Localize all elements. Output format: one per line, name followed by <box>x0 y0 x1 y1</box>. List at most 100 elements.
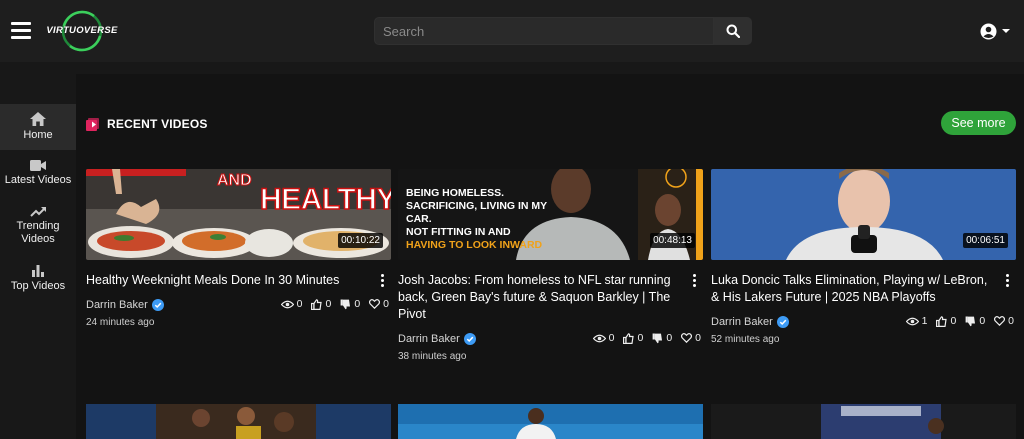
views-count: 1 <box>921 315 928 327</box>
verified-icon <box>463 333 476 345</box>
caret-down-icon <box>1002 29 1010 33</box>
menu-icon[interactable] <box>11 22 31 39</box>
thumbnail-text: HEALTHY <box>259 182 391 217</box>
logo-text: VIRTUOVERSE <box>46 25 118 36</box>
section-title: RECENT VIDEOS <box>107 117 208 131</box>
site-logo[interactable]: VIRTUOVERSE <box>42 8 122 54</box>
search-input[interactable] <box>375 18 713 44</box>
more-options-icon[interactable] <box>381 274 385 289</box>
video-author[interactable]: Darrin Baker <box>711 316 773 328</box>
heart-icon <box>994 316 1006 326</box>
like-button[interactable]: 0 <box>311 298 331 310</box>
video-camera-icon <box>30 159 46 171</box>
likes-count: 0 <box>950 315 957 327</box>
video-duration: 00:06:51 <box>963 233 1008 248</box>
heart-icon <box>681 333 693 343</box>
sidebar-item-label: Home <box>23 129 53 141</box>
more-options-icon[interactable] <box>1006 274 1010 289</box>
sidebar-item-trending-videos[interactable]: Trending Videos <box>0 196 76 256</box>
search-icon <box>726 24 740 38</box>
video-author[interactable]: Darrin Baker <box>398 333 460 345</box>
sidebar: Home Latest Videos Trending Videos Top V… <box>0 104 76 302</box>
thumbnail-text: NOT FITTING IN AND <box>406 226 511 238</box>
views-stat: 0 <box>592 332 615 344</box>
favorites-count: 0 <box>383 298 389 310</box>
thumbs-up-icon <box>936 315 948 327</box>
favorites-count: 0 <box>695 332 701 344</box>
dislike-button[interactable]: 0 <box>965 315 985 327</box>
video-duration: 00:10:22 <box>338 233 383 248</box>
thumbs-up-icon <box>623 332 635 344</box>
account-menu[interactable] <box>980 22 1012 40</box>
video-title[interactable]: Josh Jacobs: From homeless to NFL star r… <box>398 272 685 323</box>
sidebar-item-home[interactable]: Home <box>0 104 76 150</box>
home-icon <box>30 112 46 126</box>
dislikes-count: 0 <box>979 315 986 327</box>
heart-icon <box>369 299 381 309</box>
dislike-button[interactable]: 0 <box>340 298 360 310</box>
like-button[interactable]: 0 <box>623 332 643 344</box>
video-card: BEING HOMELESS. SACRIFICING, LIVING IN M… <box>398 169 703 362</box>
video-title[interactable]: Healthy Weeknight Meals Done In 30 Minut… <box>86 272 373 289</box>
search-button[interactable] <box>714 17 752 45</box>
thumbnail-text: AND <box>217 172 253 190</box>
video-library-icon <box>86 117 99 131</box>
video-title[interactable]: Luka Doncic Talks Elimination, Playing w… <box>711 272 998 306</box>
sidebar-item-label: Latest Videos <box>4 173 72 186</box>
like-button[interactable]: 0 <box>936 315 956 327</box>
verified-icon <box>151 299 164 311</box>
favorite-button[interactable]: 0 <box>994 315 1014 327</box>
dislikes-count: 0 <box>666 332 673 344</box>
thumbnail-image <box>86 404 391 439</box>
favorite-button[interactable]: 0 <box>681 332 701 344</box>
video-card: 00:06:51 Luka Doncic Talks Elimination, … <box>711 169 1016 345</box>
video-thumbnail[interactable]: BEING HOMELESS. SACRIFICING, LIVING IN M… <box>398 169 703 260</box>
video-age: 52 minutes ago <box>711 334 780 345</box>
thumbnail-text-block: BEING HOMELESS. SACRIFICING, LIVING IN M… <box>406 187 566 252</box>
favorites-count: 0 <box>1008 315 1014 327</box>
views-count: 0 <box>608 332 615 344</box>
video-age: 24 minutes ago <box>86 317 155 328</box>
bar-chart-icon <box>32 265 44 277</box>
likes-count: 0 <box>637 332 644 344</box>
thumbnail-text: SACRIFICING, LIVING IN MY CAR. <box>406 200 547 225</box>
eye-icon <box>905 317 919 325</box>
video-thumbnail[interactable] <box>711 404 1016 439</box>
views-stat: 0 <box>280 298 303 310</box>
thumbs-down-icon <box>965 316 976 326</box>
likes-count: 0 <box>325 298 332 310</box>
video-author[interactable]: Darrin Baker <box>86 299 148 311</box>
more-options-icon[interactable] <box>693 274 697 289</box>
search-field[interactable] <box>374 17 714 45</box>
thumbs-up-icon <box>311 298 323 310</box>
sidebar-item-label: Trending Videos <box>16 220 60 245</box>
thumbnail-image <box>711 404 1016 439</box>
video-thumbnail[interactable] <box>398 404 703 439</box>
verified-icon <box>776 316 789 328</box>
eye-icon <box>592 334 606 342</box>
video-age: 38 minutes ago <box>398 351 467 362</box>
views-stat: 1 <box>905 315 928 327</box>
eye-icon <box>280 300 294 308</box>
trending-icon <box>29 207 46 217</box>
see-more-button[interactable]: See more <box>941 111 1016 135</box>
video-thumbnail[interactable]: AND HEALTHY 00:10:22 <box>86 169 391 260</box>
thumbnail-text-highlight: HAVING TO LOOK INWARD <box>406 239 543 251</box>
views-count: 0 <box>296 298 303 310</box>
sidebar-item-top-videos[interactable]: Top Videos <box>0 256 76 302</box>
thumbnail-image <box>398 404 703 439</box>
dislikes-count: 0 <box>354 298 361 310</box>
thumbs-down-icon <box>340 299 351 309</box>
thumbs-down-icon <box>652 333 663 343</box>
sidebar-item-label: Top Videos <box>10 280 66 292</box>
video-thumbnail[interactable] <box>86 404 391 439</box>
dislike-button[interactable]: 0 <box>652 332 672 344</box>
video-card: AND HEALTHY 00:10:22 Healthy Weeknight M… <box>86 169 391 328</box>
thumbnail-text: BEING HOMELESS. <box>406 187 505 199</box>
favorite-button[interactable]: 0 <box>369 298 389 310</box>
section-header: RECENT VIDEOS <box>86 116 208 132</box>
user-circle-icon <box>980 23 997 39</box>
video-thumbnail[interactable]: 00:06:51 <box>711 169 1016 260</box>
sidebar-item-latest-videos[interactable]: Latest Videos <box>0 150 76 196</box>
video-duration: 00:48:13 <box>650 233 695 248</box>
